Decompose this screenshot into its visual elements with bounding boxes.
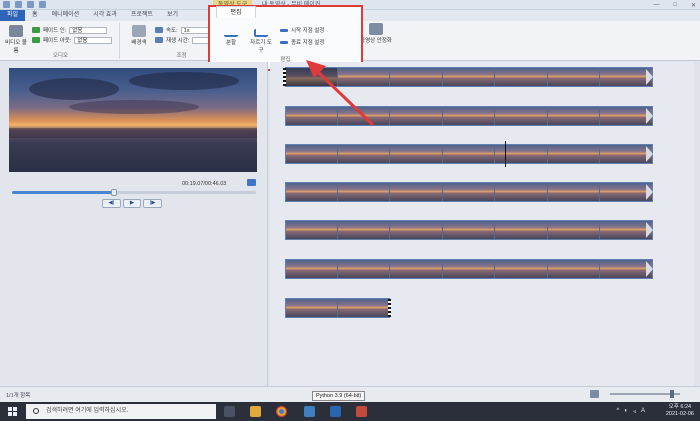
save-icon[interactable] bbox=[15, 1, 22, 8]
minimize-button[interactable]: — bbox=[653, 2, 659, 8]
tab-file[interactable]: 파일 bbox=[0, 10, 26, 21]
split-icon bbox=[224, 29, 238, 37]
speaker-icon bbox=[9, 25, 23, 37]
audio-group-label: 오디오 bbox=[52, 53, 69, 59]
clip-border bbox=[285, 220, 653, 240]
video-volume-button[interactable]: 비디오 볼륨 bbox=[4, 25, 28, 54]
selection-marker bbox=[283, 68, 286, 86]
volume-icon[interactable]: ◃ bbox=[633, 408, 636, 415]
split-button[interactable]: 분할 bbox=[218, 29, 244, 46]
end-point-icon bbox=[280, 40, 288, 44]
trim-icon bbox=[254, 29, 268, 37]
search-icon bbox=[33, 408, 39, 414]
chrome-icon[interactable] bbox=[276, 406, 287, 417]
redo-icon[interactable] bbox=[39, 1, 46, 8]
row-continue-arrow bbox=[645, 146, 653, 162]
terminal-icon[interactable] bbox=[330, 406, 341, 417]
clip-border bbox=[285, 259, 653, 279]
tab-edit[interactable]: 편집 bbox=[216, 6, 256, 18]
previous-frame-button[interactable]: ◀| bbox=[102, 199, 121, 208]
zoom-slider[interactable] bbox=[610, 390, 680, 398]
clip-border bbox=[285, 144, 653, 164]
background-color-button[interactable]: 배경색 bbox=[127, 25, 151, 46]
network-icon[interactable]: ◐ bbox=[624, 408, 628, 415]
playhead-cursor[interactable] bbox=[505, 141, 506, 167]
storyboard-row[interactable] bbox=[285, 141, 660, 167]
trim-tool-button[interactable]: 자르기 도구 bbox=[248, 29, 274, 54]
tab-project[interactable]: 프로젝트 bbox=[124, 10, 160, 21]
duration-icon bbox=[155, 37, 163, 43]
storyboard-row[interactable] bbox=[285, 259, 660, 279]
row-continue-arrow bbox=[645, 69, 653, 85]
close-button[interactable]: ✕ bbox=[691, 2, 696, 9]
fade-in-select[interactable]: 없음 bbox=[69, 26, 108, 34]
task-view-icon[interactable] bbox=[224, 406, 235, 417]
clock[interactable]: 오후 6:24 2021-02-06 bbox=[666, 404, 694, 418]
set-start-point-button[interactable]: 시작 지점 설정 bbox=[280, 26, 324, 34]
tab-animations[interactable]: 애니메이션 bbox=[45, 10, 87, 21]
seek-thumb[interactable] bbox=[111, 189, 118, 196]
video-preview bbox=[9, 68, 257, 172]
tab-view[interactable]: 보기 bbox=[160, 10, 185, 21]
clip-border bbox=[285, 298, 390, 318]
preview-panel: 00:19.07/00:46.03 ◀| ▶ |▶ bbox=[0, 62, 268, 386]
seek-progress bbox=[12, 191, 115, 194]
speed-icon bbox=[155, 27, 163, 33]
tab-home[interactable]: 홈 bbox=[25, 10, 45, 21]
row-continue-arrow bbox=[645, 108, 653, 124]
item-count: 1/1개 항목 bbox=[6, 393, 31, 399]
row-continue-arrow bbox=[645, 261, 653, 277]
storyboard-row[interactable] bbox=[285, 106, 660, 126]
movie-maker-icon[interactable] bbox=[356, 406, 367, 417]
fullscreen-icon[interactable] bbox=[247, 179, 256, 186]
set-end-point-button[interactable]: 종료 지점 설정 bbox=[280, 38, 324, 46]
taskbar: 검색하려면 여기에 입력하십시오. ^ ◐ ◃ A 오후 6:24 2021-0… bbox=[0, 402, 700, 421]
undo-icon[interactable] bbox=[27, 1, 34, 8]
seek-bar[interactable] bbox=[12, 189, 256, 196]
next-frame-button[interactable]: |▶ bbox=[143, 199, 163, 208]
storyboard-view-icon[interactable] bbox=[590, 390, 599, 398]
start-button[interactable] bbox=[8, 407, 17, 416]
audio-group: 비디오 볼륨 페이드 인: 없음 페이드 아웃: 없음 오디오 bbox=[2, 23, 120, 59]
storyboard-row[interactable] bbox=[285, 220, 660, 240]
maximize-button[interactable]: □ bbox=[673, 2, 677, 8]
storyboard-row[interactable] bbox=[285, 298, 397, 318]
system-tray: ^ ◐ ◃ A bbox=[617, 408, 645, 415]
clip-border bbox=[285, 106, 653, 126]
python-icon[interactable] bbox=[304, 406, 315, 417]
timecode: 00:19.07/00:46.03 bbox=[182, 181, 227, 187]
row-continue-arrow bbox=[645, 222, 653, 238]
paint-bucket-icon bbox=[132, 25, 146, 37]
fade-in-icon bbox=[32, 27, 40, 33]
start-point-icon bbox=[280, 28, 288, 32]
fade-out-select[interactable]: 없음 bbox=[74, 36, 113, 44]
zoom-thumb[interactable] bbox=[670, 390, 674, 398]
ime-icon[interactable]: A bbox=[641, 408, 645, 415]
row-continue-arrow bbox=[645, 184, 653, 200]
storyboard-scrollbar[interactable] bbox=[694, 62, 700, 386]
quick-access-toolbar bbox=[3, 1, 46, 8]
up-arrow-icon[interactable]: ^ bbox=[617, 408, 620, 415]
clip-end-marker bbox=[388, 299, 391, 317]
app-menu-icon[interactable] bbox=[3, 1, 10, 8]
storyboard-row[interactable] bbox=[285, 182, 660, 202]
taskbar-tooltip: Python 3.9 (64-bit) bbox=[312, 391, 366, 401]
taskbar-search[interactable]: 검색하려면 여기에 입력하십시오. bbox=[26, 404, 216, 419]
file-explorer-icon[interactable] bbox=[250, 406, 261, 417]
playback-controls: ◀| ▶ |▶ bbox=[102, 199, 163, 208]
tab-visual-effects[interactable]: 시각 효과 bbox=[86, 10, 124, 21]
video-stabilization-button[interactable]: 동영상 안정화 bbox=[360, 23, 392, 44]
fade-out-icon bbox=[32, 37, 40, 43]
stabilization-icon bbox=[369, 23, 383, 35]
play-button[interactable]: ▶ bbox=[122, 199, 142, 208]
storyboard-row[interactable] bbox=[283, 67, 660, 87]
storyboard[interactable] bbox=[270, 62, 700, 386]
clip-border bbox=[285, 67, 653, 87]
clip-border bbox=[285, 182, 653, 202]
